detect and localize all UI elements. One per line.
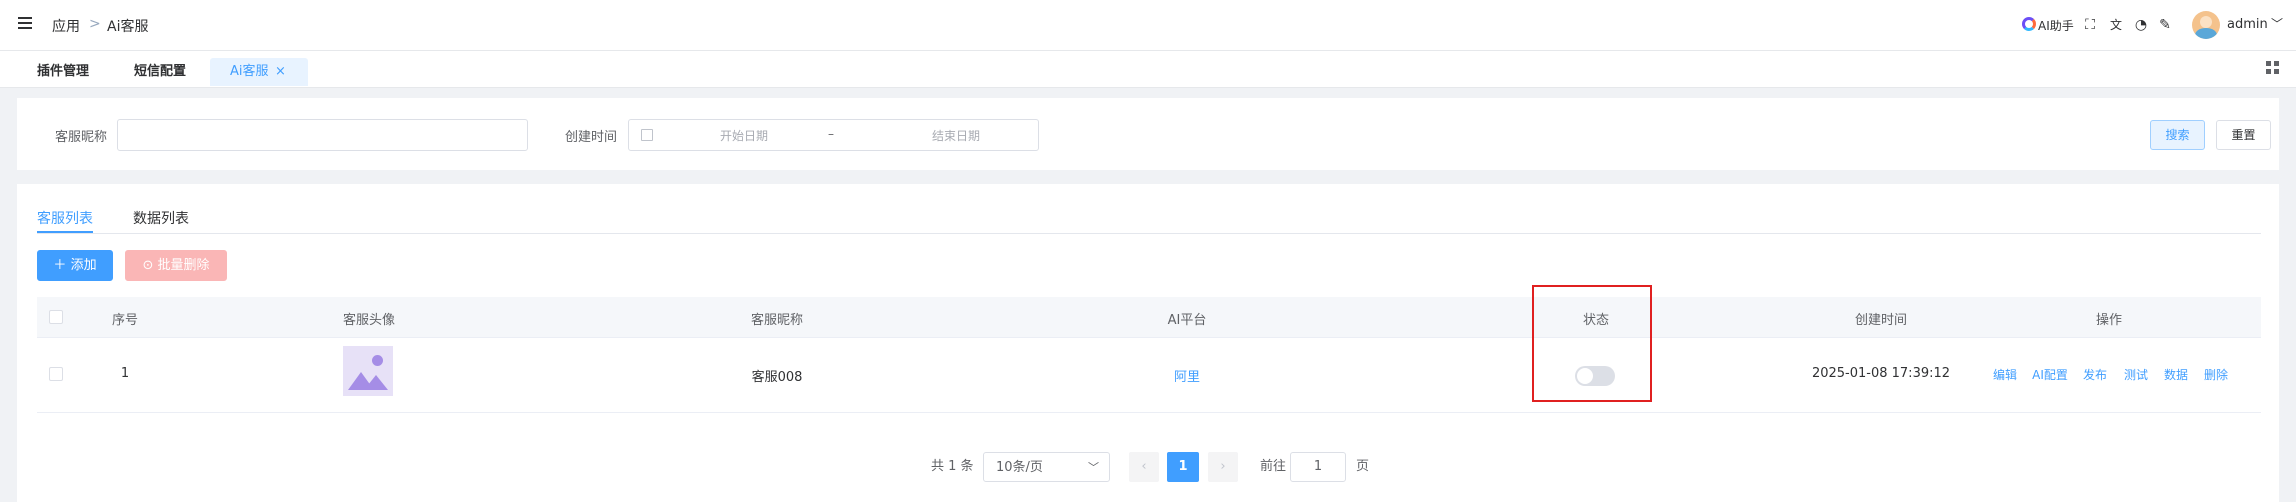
tab-divider xyxy=(37,233,2261,234)
goto-label: 前往 xyxy=(1260,459,1287,474)
chevron-down-icon[interactable]: ﹀ xyxy=(2271,15,2283,32)
theme-brush-icon[interactable]: ✎ xyxy=(2157,17,2173,33)
search-button[interactable]: 搜索 xyxy=(2150,120,2205,150)
palette-icon[interactable]: ◔ xyxy=(2133,17,2149,33)
th-platform: AI平台 xyxy=(1167,313,1207,328)
date-range-separator: – xyxy=(828,127,834,141)
tab-sms-config[interactable]: 短信配置 xyxy=(134,58,186,86)
select-all-checkbox[interactable] xyxy=(49,310,63,324)
row-nickname: 客服008 xyxy=(751,370,803,385)
grid-icon[interactable] xyxy=(2266,61,2280,75)
th-created-time: 创建时间 xyxy=(1854,313,1908,328)
username[interactable]: admin xyxy=(2227,17,2268,32)
table-row: 1 客服008 阿里 2025-01-08 17:39:12 编辑 AI配置 发… xyxy=(37,338,2261,413)
tab-plugin-management[interactable]: 插件管理 xyxy=(37,58,89,86)
image-placeholder-icon[interactable] xyxy=(343,346,393,396)
goto-page-input[interactable]: 1 xyxy=(1290,452,1346,482)
ai-assistant-icon[interactable] xyxy=(2022,17,2036,31)
page-1-button[interactable]: 1 xyxy=(1167,452,1199,482)
publish-link[interactable]: 发布 xyxy=(2083,366,2107,383)
edit-link[interactable]: 编辑 xyxy=(1993,366,2017,383)
add-button[interactable]: ＋ 添加 xyxy=(37,250,113,281)
ai-assistant-label[interactable]: AI助手 xyxy=(2038,17,2074,34)
end-date-input[interactable]: 结束日期 xyxy=(932,127,980,144)
row-created-time: 2025-01-08 17:39:12 xyxy=(1811,366,1951,381)
plus-icon: ＋ xyxy=(53,258,67,273)
calendar-icon xyxy=(641,129,653,141)
reset-button[interactable]: 重置 xyxy=(2216,120,2271,150)
pagination-total: 共 1 条 xyxy=(931,459,974,474)
tab-service-list[interactable]: 客服列表 xyxy=(37,208,93,228)
breadcrumb-current: Ai客服 xyxy=(107,19,149,35)
breadcrumb-app[interactable]: 应用 xyxy=(52,16,80,36)
row-index: 1 xyxy=(120,366,130,381)
avatar[interactable] xyxy=(2192,11,2220,39)
translate-icon[interactable]: 文 xyxy=(2108,17,2124,33)
test-link[interactable]: 测试 xyxy=(2124,366,2148,383)
page-suffix-label: 页 xyxy=(1356,459,1370,474)
th-avatar: 客服头像 xyxy=(342,313,396,328)
close-icon[interactable]: × xyxy=(275,58,286,86)
batch-delete-label: 批量删除 xyxy=(157,258,210,273)
nickname-label: 客服昵称 xyxy=(55,130,108,145)
page-tabs: 插件管理 短信配置 Ai客服 × xyxy=(0,51,2296,88)
breadcrumb-separator: > xyxy=(89,16,101,32)
date-range-picker[interactable]: 开始日期 – 结束日期 xyxy=(628,119,1039,151)
row-platform-link[interactable]: 阿里 xyxy=(1174,366,1200,385)
row-checkbox[interactable] xyxy=(49,367,63,381)
highlight-box xyxy=(1532,285,1652,402)
next-page-icon[interactable]: › xyxy=(1208,452,1238,482)
menu-toggle-icon[interactable] xyxy=(18,17,32,31)
data-link[interactable]: 数据 xyxy=(2164,366,2188,383)
prev-page-icon[interactable]: ‹ xyxy=(1129,452,1159,482)
add-button-label: 添加 xyxy=(70,258,97,273)
page-size-select[interactable]: 10条/页 ﹀ xyxy=(983,452,1110,482)
search-panel: 客服昵称 创建时间 开始日期 – 结束日期 搜索 重置 xyxy=(17,98,2279,170)
page-size-value: 10条/页 xyxy=(996,460,1043,475)
th-operations: 操作 xyxy=(2095,313,2123,328)
created-time-label: 创建时间 xyxy=(565,130,618,145)
tab-ai-service[interactable]: Ai客服 × xyxy=(210,58,308,86)
trash-icon: ⊙ xyxy=(142,258,154,273)
delete-link[interactable]: 删除 xyxy=(2204,366,2228,383)
nickname-input[interactable] xyxy=(117,119,528,151)
table-header: 序号 客服头像 客服昵称 AI平台 状态 创建时间 操作 xyxy=(37,297,2261,338)
top-navbar: 应用 > Ai客服 AI助手 ⛶ 文 ◔ ✎ admin ﹀ xyxy=(0,0,2296,51)
tab-ai-service-label: Ai客服 xyxy=(230,64,269,79)
ai-config-link[interactable]: AI配置 xyxy=(2032,366,2068,383)
batch-delete-button[interactable]: ⊙ 批量删除 xyxy=(125,250,227,281)
th-index: 序号 xyxy=(111,313,139,328)
chevron-down-icon: ﹀ xyxy=(1088,461,1099,474)
start-date-input[interactable]: 开始日期 xyxy=(720,127,768,144)
th-nickname: 客服昵称 xyxy=(750,313,804,328)
tab-data-list[interactable]: 数据列表 xyxy=(133,208,189,228)
fullscreen-icon[interactable]: ⛶ xyxy=(2082,17,2098,33)
